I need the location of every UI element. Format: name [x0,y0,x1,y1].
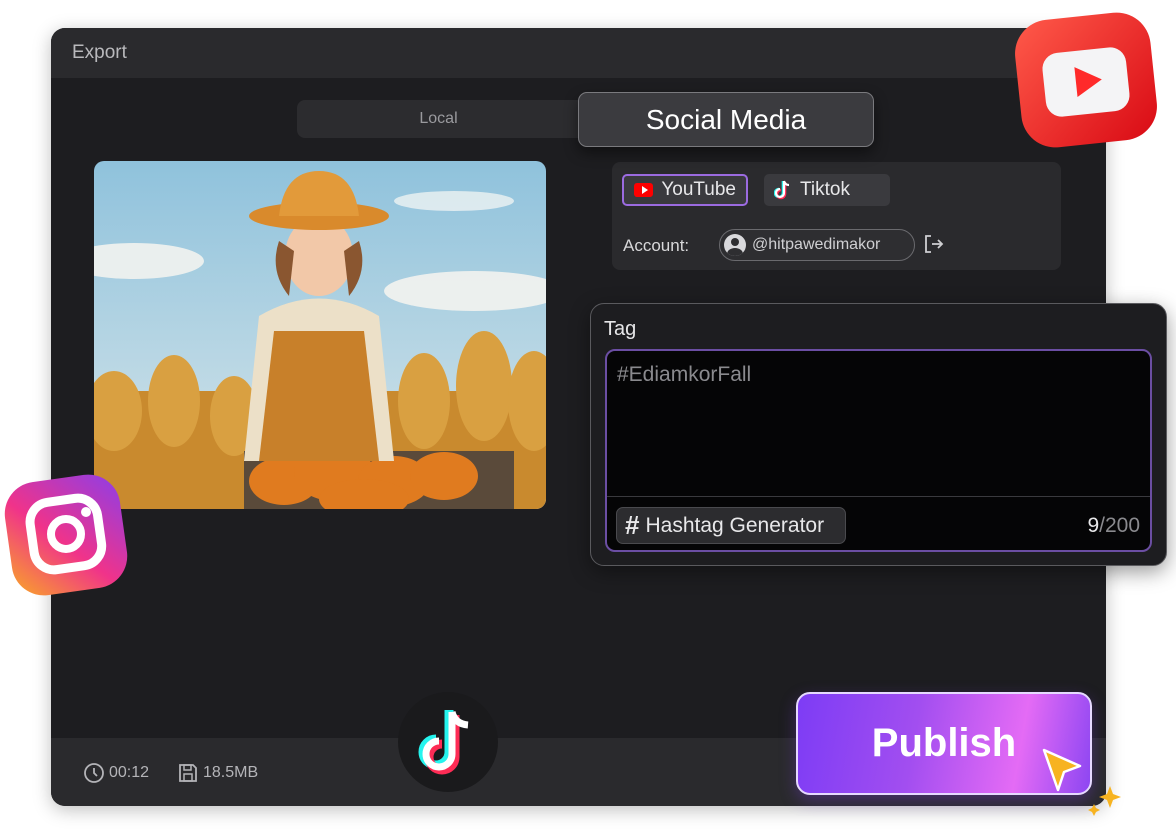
file-size-info: 18.5MB [177,762,258,784]
platform-youtube-button[interactable]: YouTube [622,174,748,206]
tiktok-logo-icon [398,692,498,792]
duration-value: 00:12 [109,764,150,781]
hashtag-icon: # [625,510,640,540]
cursor-icon [1042,748,1121,816]
platform-youtube-label: YouTube [661,179,736,200]
tab-social-media[interactable]: Social Media [578,92,874,147]
hashtag-generator-label: Hashtag Generator [645,513,825,537]
duration-info: 00:12 [83,762,149,784]
tab-local[interactable]: Local [297,100,580,138]
save-icon [179,764,197,782]
video-preview[interactable] [94,161,546,509]
tag-character-counter: 9/200 [1087,514,1140,538]
instagram-logo-icon [4,474,128,596]
tag-count-current: 9 [1087,514,1100,537]
platform-tiktok-button[interactable]: Tiktok [764,174,890,206]
account-label: Account: [623,236,690,255]
platform-panel: YouTube Tiktok Account: @hitpawedimakor [612,162,1061,270]
avatar-icon [724,234,746,256]
hashtag-generator-button[interactable]: # Hashtag Generator [616,507,846,544]
tag-divider [607,496,1150,497]
tag-count-max: /200 [1099,514,1140,537]
logout-icon[interactable] [922,232,946,256]
tag-value: #EdiamkorFall [617,363,752,386]
youtube-icon [634,183,654,197]
platform-tiktok-label: Tiktok [800,179,850,200]
tag-panel: Tag #EdiamkorFall # Hashtag Generator 9/… [590,303,1167,566]
tag-title: Tag [604,318,637,340]
youtube-logo-icon [1015,12,1157,148]
window-title: Export [51,28,1106,78]
account-handle: @hitpawedimakor [752,236,881,253]
tiktok-icon [774,180,790,200]
tag-input[interactable]: #EdiamkorFall # Hashtag Generator 9/200 [605,349,1152,552]
file-size-value: 18.5MB [203,764,259,781]
preview-image [94,161,546,509]
account-chip[interactable]: @hitpawedimakor [719,229,915,261]
clock-icon [84,763,104,783]
